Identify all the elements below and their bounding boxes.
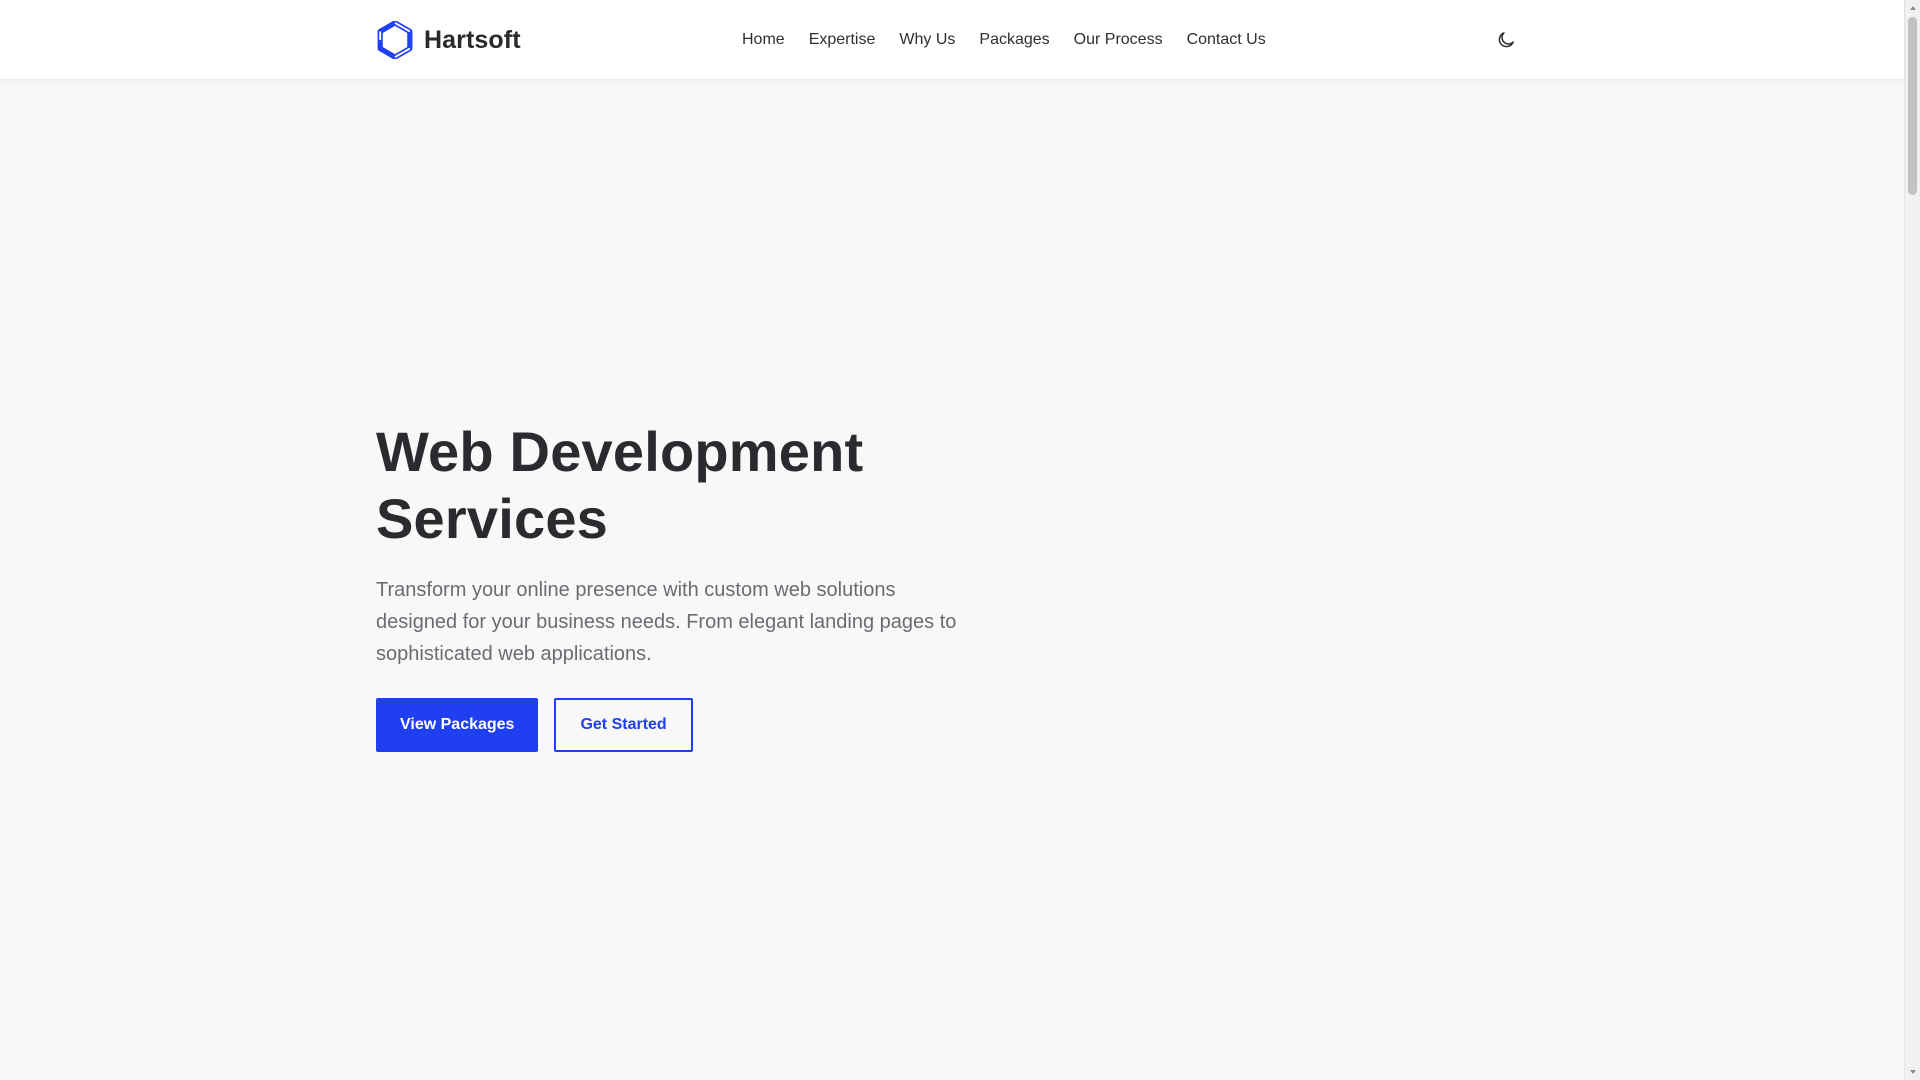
brand-link[interactable]: Hartsoft bbox=[376, 20, 521, 60]
nav-contact-us[interactable]: Contact Us bbox=[1175, 31, 1278, 49]
scroll-up-arrow-icon[interactable] bbox=[1905, 0, 1920, 16]
page: Hartsoft Home Expertise Why Us Packages … bbox=[0, 0, 1920, 1080]
site-header: Hartsoft Home Expertise Why Us Packages … bbox=[0, 0, 1904, 80]
hero-title: Web Development Services bbox=[376, 418, 976, 552]
moon-icon bbox=[1498, 32, 1514, 48]
main-nav: Home Expertise Why Us Packages Our Proce… bbox=[742, 0, 1278, 80]
nav-packages[interactable]: Packages bbox=[967, 31, 1061, 49]
hero-section: Web Development Services Transform your … bbox=[376, 418, 976, 752]
nav-why-us[interactable]: Why Us bbox=[887, 31, 967, 49]
vertical-scrollbar[interactable] bbox=[1904, 0, 1920, 1080]
hero-description: Transform your online presence with cust… bbox=[376, 579, 957, 665]
nav-expertise[interactable]: Expertise bbox=[797, 31, 888, 49]
scroll-down-arrow-icon[interactable] bbox=[1905, 1064, 1920, 1080]
hero-title-line-1: Web Development bbox=[376, 420, 864, 483]
nav-our-process[interactable]: Our Process bbox=[1062, 31, 1175, 49]
hexagon-ring-logo-icon bbox=[377, 21, 413, 59]
hero-actions: View Packages Get Started bbox=[376, 698, 976, 752]
nav-home[interactable]: Home bbox=[742, 31, 797, 49]
theme-toggle-button[interactable] bbox=[1494, 28, 1518, 52]
hero-title-line-2: Services bbox=[376, 487, 609, 550]
scrollbar-thumb[interactable] bbox=[1908, 17, 1917, 195]
brand-name: Hartsoft bbox=[424, 25, 521, 54]
view-packages-button[interactable]: View Packages bbox=[376, 698, 539, 752]
get-started-button[interactable]: Get Started bbox=[554, 698, 693, 752]
